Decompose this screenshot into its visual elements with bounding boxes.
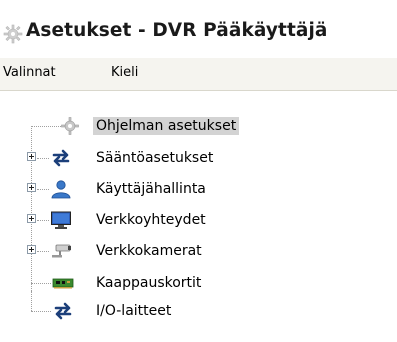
tree-connector xyxy=(31,126,61,127)
tree-connector xyxy=(37,189,49,190)
tree-connector xyxy=(31,311,51,312)
expand-button[interactable] xyxy=(27,214,36,223)
camera-icon xyxy=(52,244,71,258)
tree-connector xyxy=(37,158,49,159)
user-icon xyxy=(51,180,71,199)
menu-bar: Valinnat Kieli xyxy=(0,58,397,90)
monitor-icon xyxy=(51,211,71,229)
tree-item-verkkoyhteydet[interactable]: Verkkoyhteydet xyxy=(0,208,397,232)
tree-item-label: Sääntöasetukset xyxy=(96,150,214,166)
tree-item-ohjelman-asetukset[interactable]: Ohjelman asetukset xyxy=(0,114,397,138)
menu-kieli[interactable]: Kieli xyxy=(111,65,138,80)
tree-item-kaappauskortit[interactable]: Kaappauskortit xyxy=(0,271,397,295)
tree-connector xyxy=(31,291,32,311)
gear-icon xyxy=(3,24,23,44)
tree-connector xyxy=(31,283,51,284)
capture-card-icon xyxy=(52,278,74,289)
tree-connector xyxy=(37,220,49,221)
tree-item-label: Verkkokamerat xyxy=(96,243,202,259)
window-title: Asetukset - DVR Pääkäyttäjä xyxy=(26,20,328,41)
tree-item-label: Kaappauskortit xyxy=(96,275,202,291)
expand-button[interactable] xyxy=(27,152,36,161)
tree-item-label: Verkkoyhteydet xyxy=(96,212,206,228)
arrows-icon xyxy=(52,149,70,167)
gear-icon xyxy=(61,117,79,135)
settings-tree: Ohjelman asetukset Sääntöasetukset Käytt… xyxy=(0,91,397,342)
tree-connector xyxy=(37,251,49,252)
tree-item-saantoasetukset[interactable]: Sääntöasetukset xyxy=(0,146,397,170)
tree-item-label: Käyttäjähallinta xyxy=(96,181,206,197)
title-bar: Asetukset - DVR Pääkäyttäjä xyxy=(0,0,397,58)
tree-item-verkkokamerat[interactable]: Verkkokamerat xyxy=(0,239,397,263)
tree-item-io-laitteet[interactable]: I/O-laitteet xyxy=(0,291,397,323)
tree-item-kayttajahallinta[interactable]: Käyttäjähallinta xyxy=(0,177,397,201)
menu-valinnat[interactable]: Valinnat xyxy=(3,65,56,80)
tree-item-label: I/O-laitteet xyxy=(96,303,172,319)
expand-button[interactable] xyxy=(27,183,36,192)
tree-item-label: Ohjelman asetukset xyxy=(93,117,240,135)
expand-button[interactable] xyxy=(27,245,36,254)
arrows-icon xyxy=(54,302,72,320)
